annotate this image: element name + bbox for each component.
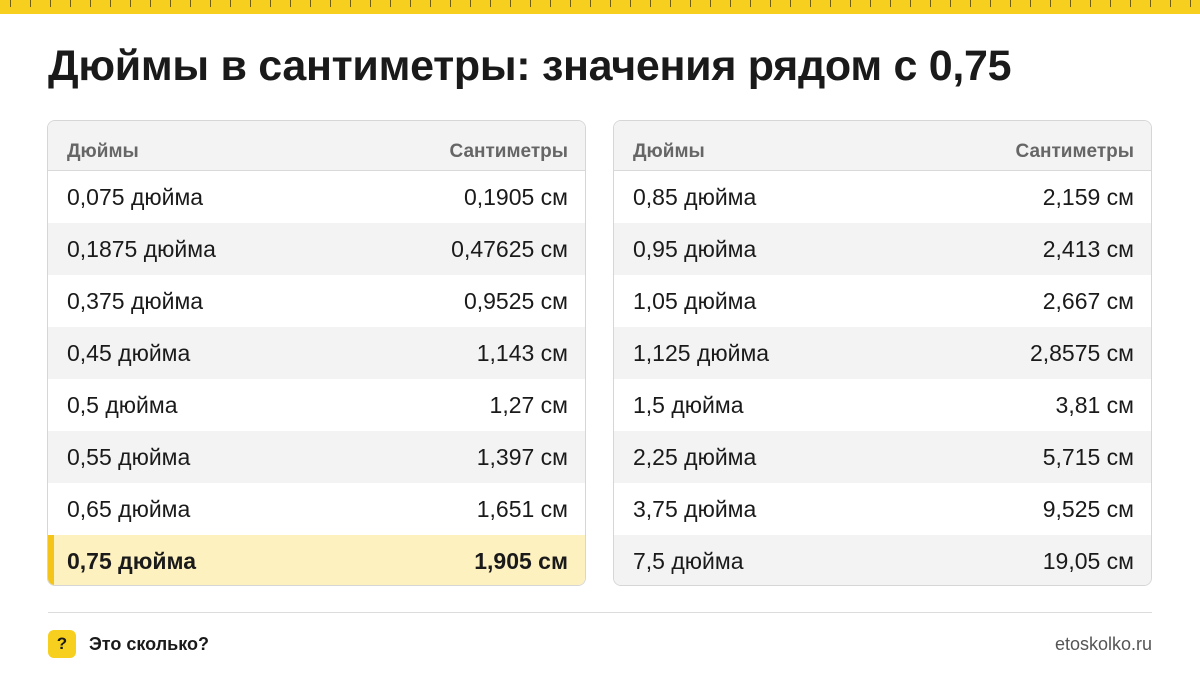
- cell-cm: 0,9525 см: [463, 287, 568, 314]
- table-row: 1,125 дюйма 2,8575 см: [614, 327, 1151, 379]
- brand: ? Это сколько?: [48, 630, 209, 658]
- page-title: Дюймы в сантиметры: значения рядом с 0,7…: [48, 42, 1012, 90]
- cell-cm: 1,397 см: [476, 443, 568, 470]
- table-row: 0,5 дюйма 1,27 см: [48, 379, 585, 431]
- footer-divider: [48, 612, 1152, 613]
- cell-inches: 0,375 дюйма: [67, 287, 204, 314]
- cell-cm: 1,905 см: [474, 547, 568, 574]
- cell-inches: 1,05 дюйма: [633, 287, 757, 314]
- cell-inches: 1,5 дюйма: [633, 391, 744, 418]
- conversion-table-left: Дюймы Сантиметры 0,075 дюйма 0,1905 см 0…: [47, 120, 586, 586]
- cell-inches: 7,5 дюйма: [633, 547, 744, 574]
- table-row: 3,75 дюйма 9,525 см: [614, 483, 1151, 535]
- table-row: 7,5 дюйма 19,05 см: [614, 535, 1151, 585]
- table-row: 0,075 дюйма 0,1905 см: [48, 171, 585, 223]
- cell-cm: 5,715 см: [1042, 443, 1134, 470]
- brand-name: Это сколько?: [89, 633, 209, 654]
- cell-cm: 1,651 см: [476, 495, 568, 522]
- table-row: 0,95 дюйма 2,413 см: [614, 223, 1151, 275]
- cell-cm: 0,47625 см: [451, 235, 568, 262]
- cell-inches: 0,85 дюйма: [633, 183, 757, 210]
- cell-cm: 2,159 см: [1042, 183, 1134, 210]
- cell-cm: 2,667 см: [1042, 287, 1134, 314]
- conversion-table-right: Дюймы Сантиметры 0,85 дюйма 2,159 см 0,9…: [613, 120, 1152, 586]
- cell-inches: 0,95 дюйма: [633, 235, 757, 262]
- cell-inches: 0,075 дюйма: [67, 183, 204, 210]
- cell-cm: 1,27 см: [489, 391, 568, 418]
- question-mark-icon: ?: [48, 630, 76, 658]
- cell-inches: 0,65 дюйма: [67, 495, 191, 522]
- cell-inches: 2,25 дюйма: [633, 443, 757, 470]
- header-cm: Сантиметры: [449, 140, 569, 162]
- cell-cm: 0,1905 см: [463, 183, 568, 210]
- cell-inches: 0,1875 дюйма: [67, 235, 216, 262]
- cell-inches: 3,75 дюйма: [633, 495, 757, 522]
- cell-cm: 1,143 см: [476, 339, 568, 366]
- table-row: 2,25 дюйма 5,715 см: [614, 431, 1151, 483]
- table-row: 0,85 дюйма 2,159 см: [614, 171, 1151, 223]
- cell-cm: 2,8575 см: [1029, 339, 1134, 366]
- table-row: 0,45 дюйма 1,143 см: [48, 327, 585, 379]
- cell-cm: 2,413 см: [1042, 235, 1134, 262]
- ruler-strip: [0, 0, 1200, 14]
- table-row: 0,1875 дюйма 0,47625 см: [48, 223, 585, 275]
- table-row-highlighted: 0,75 дюйма 1,905 см: [48, 535, 585, 585]
- table-row: 1,5 дюйма 3,81 см: [614, 379, 1151, 431]
- cell-inches: 0,45 дюйма: [67, 339, 191, 366]
- table-header: Дюймы Сантиметры: [48, 121, 585, 171]
- cell-inches: 0,5 дюйма: [67, 391, 178, 418]
- table-header: Дюймы Сантиметры: [614, 121, 1151, 171]
- cell-inches: 1,125 дюйма: [633, 339, 770, 366]
- table-row: 0,375 дюйма 0,9525 см: [48, 275, 585, 327]
- header-inches: Дюймы: [67, 140, 139, 162]
- cell-inches: 0,75 дюйма: [67, 547, 197, 574]
- cell-inches: 0,55 дюйма: [67, 443, 191, 470]
- table-row: 1,05 дюйма 2,667 см: [614, 275, 1151, 327]
- header-inches: Дюймы: [633, 140, 705, 162]
- header-cm: Сантиметры: [1015, 140, 1135, 162]
- cell-cm: 9,525 см: [1042, 495, 1134, 522]
- site-url: etoskolko.ru: [1054, 634, 1152, 654]
- cell-cm: 19,05 см: [1042, 547, 1134, 574]
- cell-cm: 3,81 см: [1055, 391, 1134, 418]
- table-row: 0,55 дюйма 1,397 см: [48, 431, 585, 483]
- table-row: 0,65 дюйма 1,651 см: [48, 483, 585, 535]
